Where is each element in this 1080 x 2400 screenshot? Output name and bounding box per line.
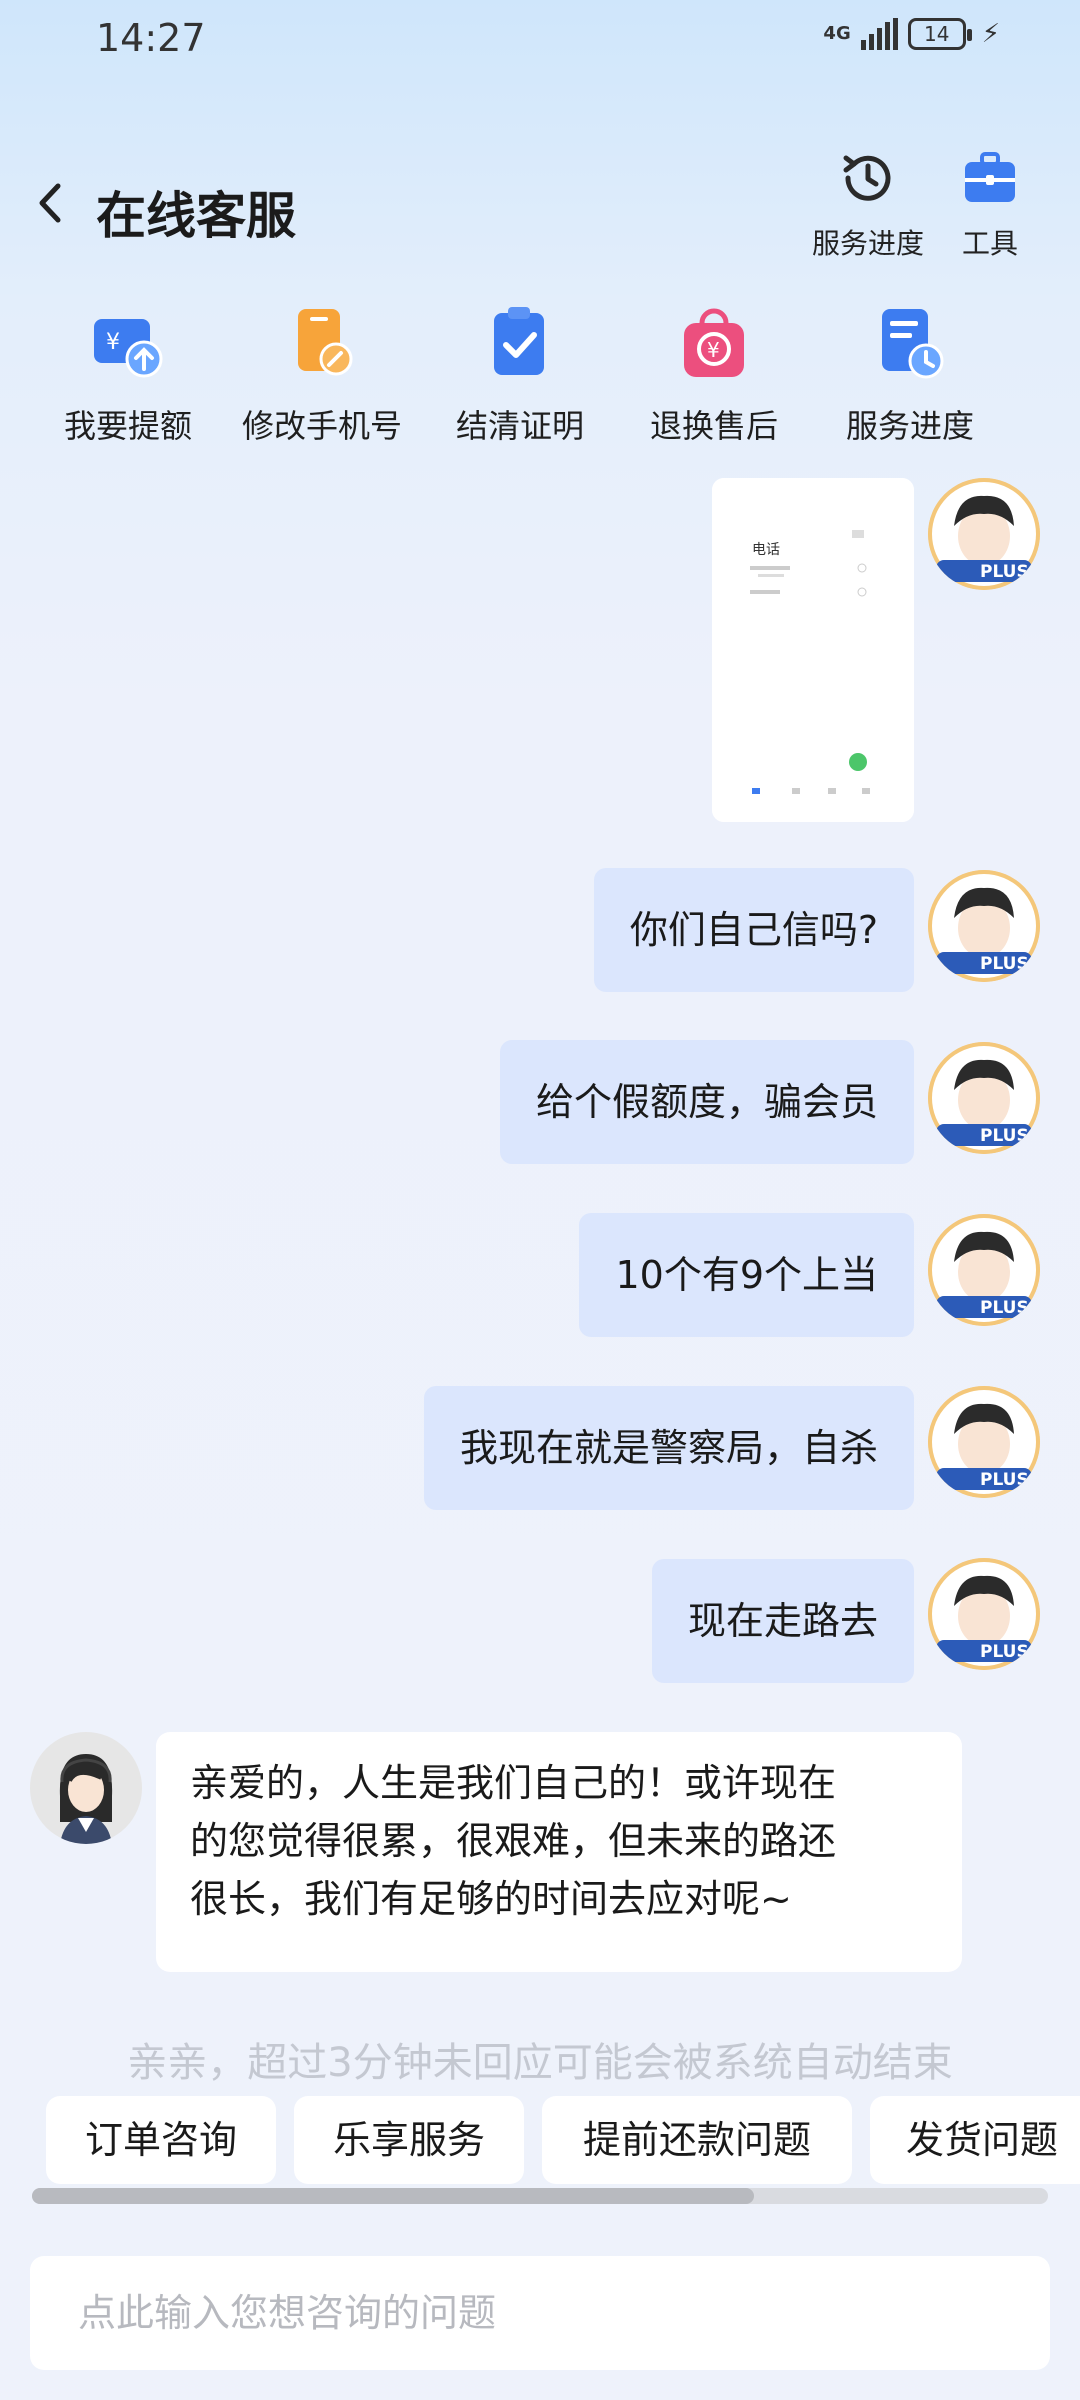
message-input[interactable] <box>30 2256 1050 2370</box>
quick-action-label: 我要提额 <box>63 407 192 445</box>
chevron-left-icon <box>39 183 61 223</box>
charging-icon: ⚡ <box>981 19 1000 49</box>
image-message[interactable]: 电话 <box>712 478 914 822</box>
screenshot-thumbnail: 电话 <box>712 478 914 822</box>
quick-actions: ¥ 我要提额 修改手机号 结清证明 ¥ 退换售后 服务进度 <box>0 305 1080 455</box>
chip-order-inquiry[interactable]: 订单咨询 <box>46 2096 276 2184</box>
user-avatar[interactable]: PLUS <box>928 1042 1040 1154</box>
agent-avatar[interactable] <box>30 1732 142 1844</box>
user-message: 给个假额度，骗会员 <box>499 1040 914 1164</box>
quick-action-label: 修改手机号 <box>241 407 402 445</box>
user-message: 你们自己信吗? <box>593 868 914 992</box>
svg-text:PLUS: PLUS <box>980 562 1029 582</box>
agent-message-line: 的您觉得很累，很艰难，但未来的路还 <box>190 1819 837 1863</box>
wallet-up-icon: ¥ <box>90 305 166 381</box>
chips-scrollbar[interactable] <box>32 2188 1048 2204</box>
network-label: 4G <box>823 23 851 44</box>
svg-text:PLUS: PLUS <box>980 1298 1029 1318</box>
quick-action-raise-limit[interactable]: ¥ 我要提额 <box>48 305 208 447</box>
user-avatar[interactable]: PLUS <box>928 1214 1040 1326</box>
clipboard-check-icon <box>482 305 558 381</box>
user-avatar[interactable]: PLUS <box>928 870 1040 982</box>
phone-edit-icon <box>284 305 360 381</box>
svg-text:PLUS: PLUS <box>980 1642 1029 1662</box>
clock-history-icon <box>838 148 898 208</box>
svg-text:电话: 电话 <box>752 542 780 558</box>
user-message: 现在走路去 <box>651 1559 914 1683</box>
chips-scrollbar-thumb[interactable] <box>32 2188 754 2204</box>
quick-action-change-phone[interactable]: 修改手机号 <box>232 305 412 447</box>
user-avatar[interactable]: PLUS <box>928 478 1040 590</box>
user-avatar[interactable]: PLUS <box>928 1558 1040 1670</box>
quick-reply-chips: 订单咨询 乐享服务 提前还款问题 发货问题 <box>0 2096 1080 2184</box>
agent-message-line: 亲爱的，人生是我们自己的！或许现在 <box>190 1761 837 1805</box>
service-progress-label: 服务进度 <box>811 227 924 260</box>
status-icons: 4G 14 ⚡ <box>823 18 1000 50</box>
quick-action-label: 服务进度 <box>845 407 974 445</box>
status-bar: 14:27 4G 14 ⚡ <box>0 0 1080 80</box>
agent-message-line: 很长，我们有足够的时间去应对呢~ <box>190 1877 792 1921</box>
tools-button[interactable]: 工具 <box>950 148 1030 262</box>
page-title: 在线客服 <box>96 187 296 245</box>
quick-action-label: 退换售后 <box>649 407 778 445</box>
shopping-bag-refund-icon: ¥ <box>676 305 752 381</box>
service-progress-button[interactable]: 服务进度 <box>808 148 928 262</box>
chip-shipping-issue[interactable]: 发货问题 <box>870 2096 1080 2184</box>
svg-text:PLUS: PLUS <box>980 954 1029 974</box>
tools-label: 工具 <box>961 227 1018 260</box>
system-tip: 亲亲，超过3分钟未回应可能会被系统自动结束 <box>127 2040 953 2086</box>
signal-icon <box>860 18 898 50</box>
svg-text:¥: ¥ <box>106 330 120 355</box>
user-message: 我现在就是警察局，自杀 <box>423 1386 914 1510</box>
quick-action-settlement-proof[interactable]: 结清证明 <box>440 305 600 447</box>
svg-text:PLUS: PLUS <box>980 1470 1029 1490</box>
quick-action-service-progress[interactable]: 服务进度 <box>830 305 990 447</box>
back-button[interactable] <box>30 178 70 228</box>
chip-enjoy-service[interactable]: 乐享服务 <box>294 2096 524 2184</box>
user-avatar[interactable]: PLUS <box>928 1386 1040 1498</box>
document-clock-icon <box>872 305 948 381</box>
agent-message: 亲爱的，人生是我们自己的！或许现在 的您觉得很累，很艰难，但未来的路还 很长，我… <box>156 1732 962 1972</box>
quick-action-label: 结清证明 <box>455 407 584 445</box>
user-message: 10个有9个上当 <box>579 1213 914 1337</box>
status-time: 14:27 <box>96 16 206 60</box>
battery-icon: 14 <box>907 18 972 50</box>
svg-text:PLUS: PLUS <box>980 1126 1029 1146</box>
svg-text:¥: ¥ <box>707 338 720 362</box>
header: 在线客服 服务进度 工具 <box>0 130 1080 280</box>
chip-early-repayment[interactable]: 提前还款问题 <box>542 2096 852 2184</box>
quick-action-after-sales[interactable]: ¥ 退换售后 <box>634 305 794 447</box>
toolbox-icon <box>960 148 1020 208</box>
